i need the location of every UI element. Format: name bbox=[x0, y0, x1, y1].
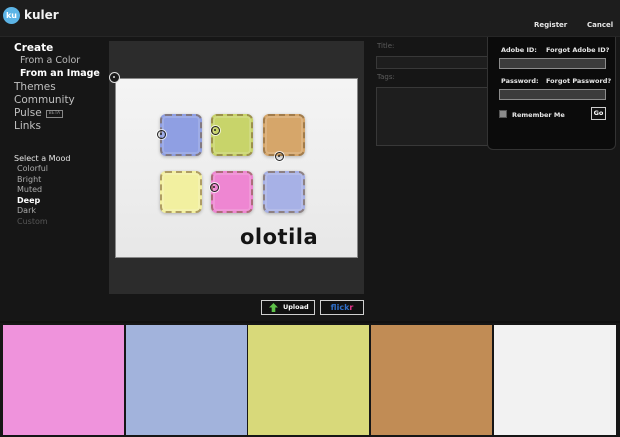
upload-arrow-icon bbox=[269, 303, 278, 312]
nav-create[interactable]: Create bbox=[14, 42, 53, 54]
color-picker-blue[interactable] bbox=[157, 130, 166, 139]
mood-colorful[interactable]: Colorful bbox=[17, 164, 48, 173]
forgot-password-link[interactable]: Forgot Password? bbox=[546, 77, 611, 85]
cookie-yellow bbox=[160, 171, 202, 213]
color-picker-orange[interactable] bbox=[275, 152, 284, 161]
go-button[interactable]: Go bbox=[591, 107, 606, 120]
color-swatch-3[interactable] bbox=[248, 325, 369, 435]
cookie-green bbox=[211, 114, 253, 156]
nav-themes[interactable]: Themes bbox=[14, 81, 56, 93]
register-link[interactable]: Register bbox=[534, 21, 567, 29]
flickr-label-part1: flick bbox=[330, 303, 350, 312]
nav-pulse-label: Pulse bbox=[14, 107, 42, 119]
password-label: Password: bbox=[501, 77, 539, 85]
cookie-lavender bbox=[263, 171, 305, 213]
mood-dark[interactable]: Dark bbox=[17, 206, 36, 215]
color-swatch-5[interactable] bbox=[494, 325, 616, 435]
theme-palette bbox=[0, 321, 620, 437]
flickr-label-part2: r bbox=[349, 303, 354, 312]
adobe-id-input[interactable] bbox=[499, 58, 606, 69]
remember-me-label: Remember Me bbox=[512, 111, 565, 119]
color-swatch-4[interactable] bbox=[371, 325, 492, 435]
mood-muted[interactable]: Muted bbox=[17, 185, 42, 194]
zoom-handle-icon[interactable] bbox=[109, 72, 120, 83]
cancel-link[interactable]: Cancel bbox=[587, 21, 613, 29]
app-header: ku kuler Register Cancel bbox=[0, 0, 620, 37]
source-photo: olotila bbox=[115, 78, 358, 258]
mood-custom: Custom bbox=[17, 217, 48, 226]
tags-field-label: Tags: bbox=[377, 73, 395, 81]
upload-button-label: Upload bbox=[283, 303, 309, 311]
flickr-button[interactable]: flickr bbox=[320, 300, 364, 315]
mood-deep[interactable]: Deep bbox=[17, 196, 40, 205]
mood-title: Select a Mood bbox=[14, 154, 71, 163]
remember-me-checkbox[interactable] bbox=[499, 110, 507, 118]
password-input[interactable] bbox=[499, 89, 606, 100]
beta-badge: BETA bbox=[45, 110, 64, 118]
nav-links[interactable]: Links bbox=[14, 120, 41, 132]
cookie-orange bbox=[263, 114, 305, 156]
forgot-adobe-id-link[interactable]: Forgot Adobe ID? bbox=[546, 46, 609, 54]
tags-input[interactable] bbox=[376, 87, 488, 146]
color-picker-pink[interactable] bbox=[210, 183, 219, 192]
photo-watermark: olotila bbox=[240, 225, 319, 249]
nav-pulse[interactable]: Pulse BETA bbox=[14, 107, 64, 119]
image-panel: olotila bbox=[109, 41, 364, 294]
adobe-id-label: Adobe ID: bbox=[501, 46, 537, 54]
kuler-logo-text[interactable]: kuler bbox=[24, 8, 59, 22]
login-panel: Adobe ID: Forgot Adobe ID? Password: For… bbox=[487, 37, 616, 150]
mood-bright[interactable]: Bright bbox=[17, 175, 41, 184]
kuler-logo-badge[interactable]: ku bbox=[3, 7, 20, 24]
color-picker-green[interactable] bbox=[211, 126, 220, 135]
upload-button[interactable]: Upload bbox=[261, 300, 315, 315]
color-swatch-1[interactable] bbox=[3, 325, 124, 435]
nav-from-a-color[interactable]: From a Color bbox=[20, 55, 80, 66]
title-input[interactable] bbox=[376, 56, 488, 69]
nav-community[interactable]: Community bbox=[14, 94, 75, 106]
cookie-blue bbox=[160, 114, 202, 156]
title-field-label: Title: bbox=[377, 42, 395, 50]
nav-from-an-image[interactable]: From an Image bbox=[20, 68, 100, 79]
color-swatch-2[interactable] bbox=[126, 325, 247, 435]
cookie-pink bbox=[211, 171, 253, 213]
